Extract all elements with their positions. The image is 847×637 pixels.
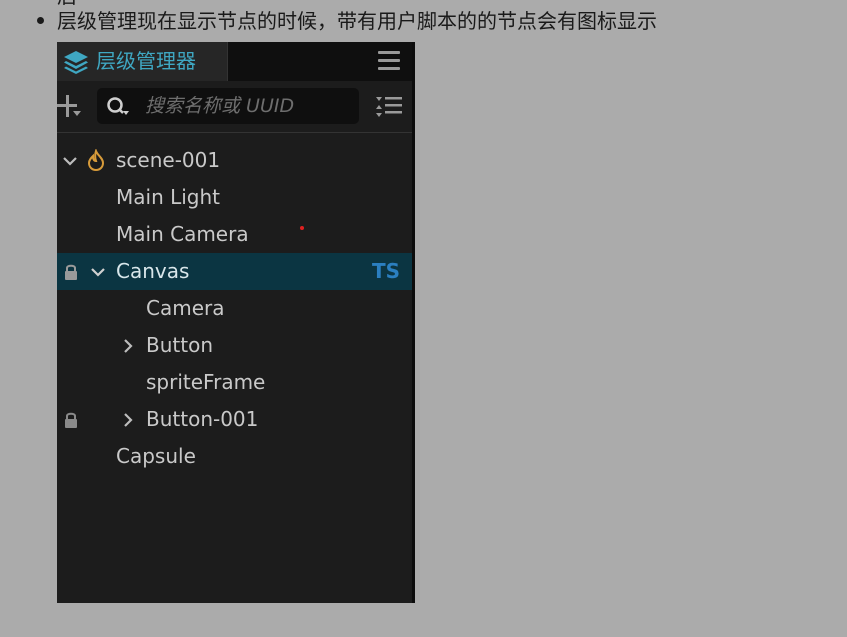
hamburger-menu-icon[interactable] [378,51,400,71]
typescript-script-icon: TS [371,259,400,283]
chevron-right-icon[interactable] [119,411,137,429]
chevron-down-icon[interactable] [61,152,79,170]
node-label: spriteFrame [146,370,266,394]
node-label: Main Camera [116,222,249,246]
sort-list-icon[interactable] [375,95,403,119]
node-label: Main Light [116,185,221,209]
previous-text-fragment: 后 [57,0,77,6]
tree-node-camera[interactable]: Camera [57,290,412,327]
panel-tabbar: 层级管理器 [57,42,412,81]
tree-node-button[interactable]: Button [57,327,412,364]
node-label: Button-001 [146,407,259,431]
layers-icon [64,50,88,74]
tree-node-scene[interactable]: scene-001 [57,142,412,179]
search-icon[interactable] [106,96,130,118]
node-label: Capsule [116,444,196,468]
chevron-down-icon[interactable] [89,263,107,281]
node-tree: scene-001 Main Light Main Camera Canvas … [57,142,412,475]
hierarchy-toolbar [57,81,412,133]
search-box [97,88,359,124]
list-bullet [37,17,44,24]
node-label: Camera [146,296,225,320]
tab-hierarchy[interactable]: 层级管理器 [57,42,228,81]
tree-node-button-001[interactable]: Button-001 [57,401,412,438]
chevron-right-icon[interactable] [119,337,137,355]
tree-node-capsule[interactable]: Capsule [57,438,412,475]
add-node-icon[interactable] [57,93,83,119]
node-label: Canvas [116,259,190,283]
hierarchy-panel: 层级管理器 搜索名称或 UUID scene-001 Main Light Ma… [57,42,415,603]
node-label: scene-001 [116,148,221,172]
search-input[interactable] [145,88,350,124]
lock-icon[interactable] [63,411,79,429]
lock-icon[interactable] [63,263,79,281]
scene-flame-icon [87,149,105,171]
bullet-description: 层级管理现在显示节点的时候，带有用户脚本的的节点会有图标显示 [57,9,657,33]
tree-node-main-light[interactable]: Main Light [57,179,412,216]
tree-node-main-camera[interactable]: Main Camera [57,216,412,253]
tree-node-canvas[interactable]: Canvas TS [57,253,412,290]
tree-node-sprite-frame[interactable]: spriteFrame [57,364,412,401]
cursor-dot [300,226,304,230]
node-label: Button [146,333,213,357]
tab-title: 层级管理器 [96,49,196,73]
